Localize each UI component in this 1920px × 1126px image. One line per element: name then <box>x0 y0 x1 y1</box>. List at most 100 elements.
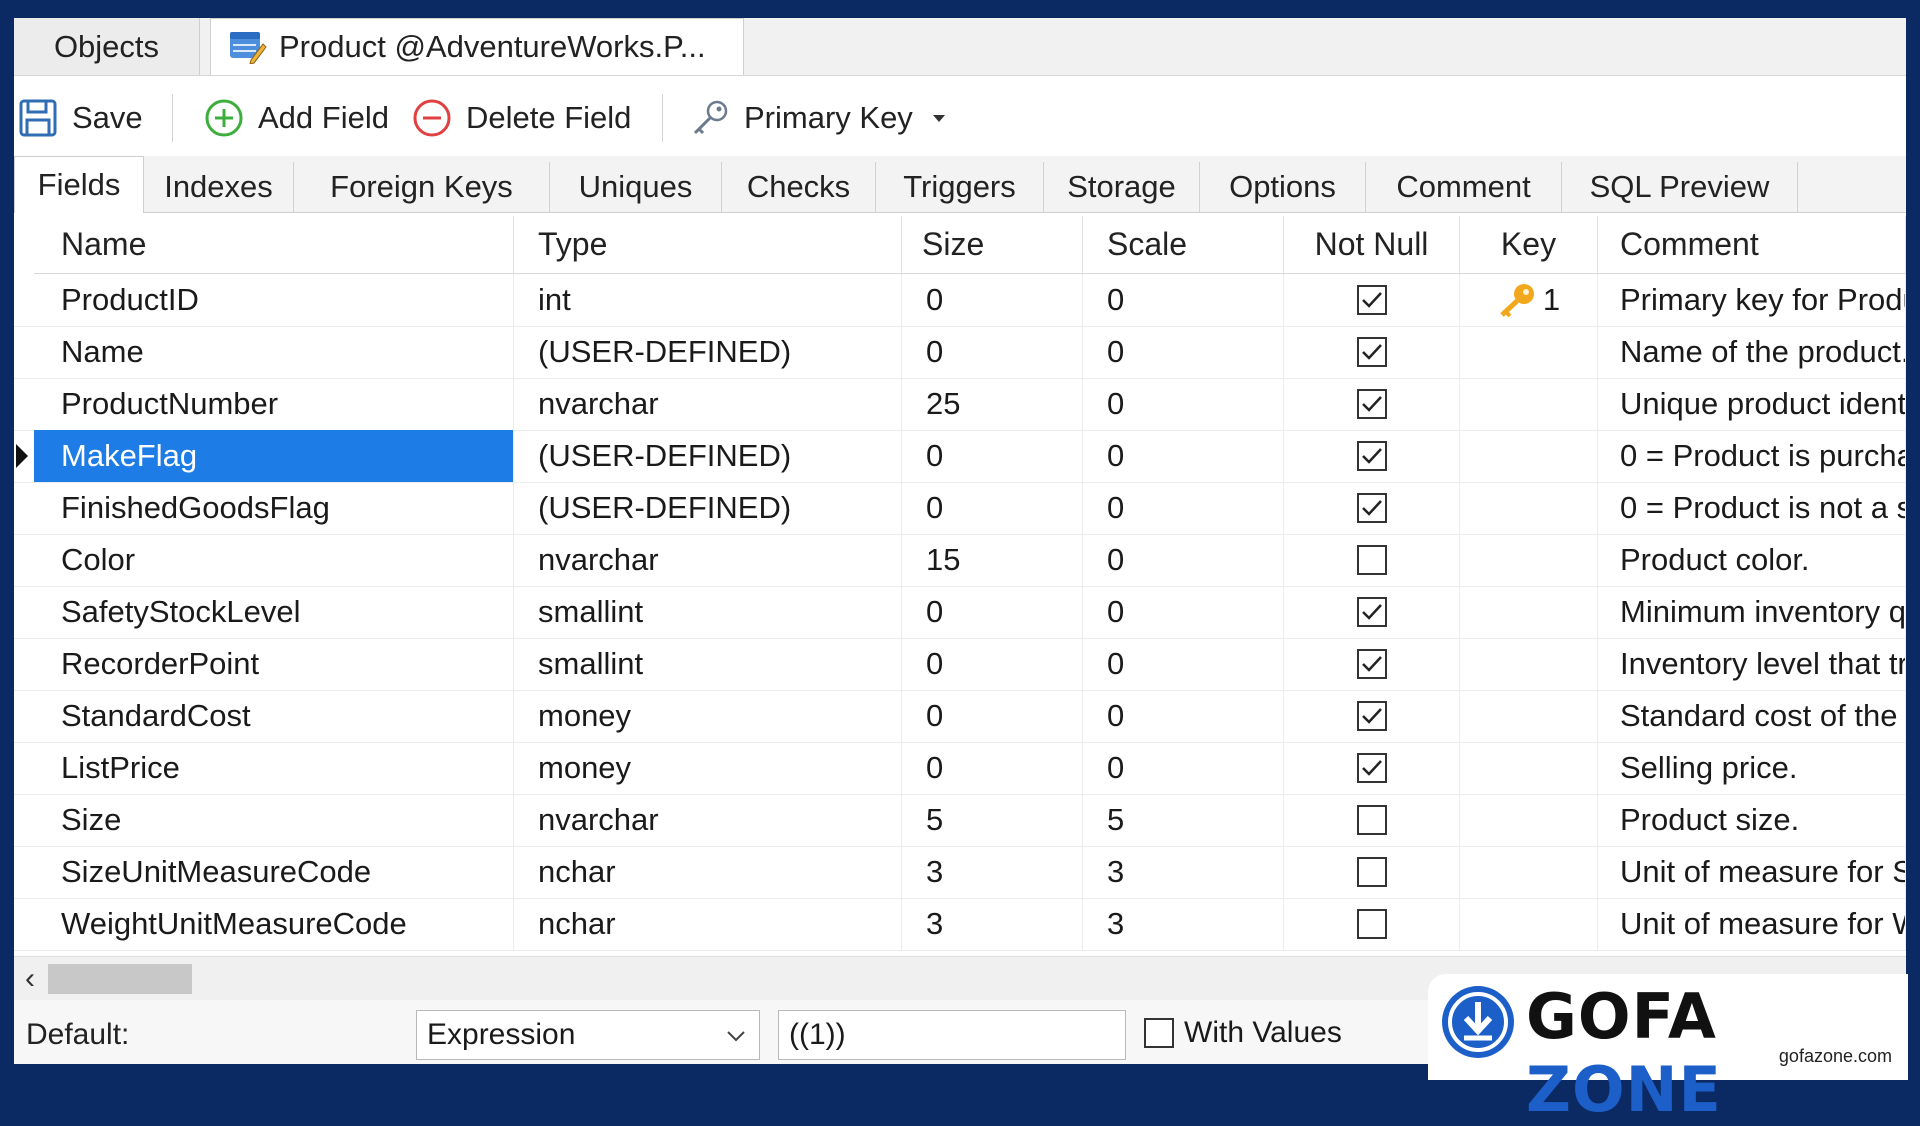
field-type-cell[interactable]: smallint <box>514 586 902 638</box>
field-size-cell[interactable]: 0 <box>902 430 1083 482</box>
field-name-cell[interactable]: FinishedGoodsFlag <box>34 482 514 534</box>
table-row[interactable]: StandardCost money 0 0 Standard cost of the … <box>14 690 1906 743</box>
field-name-cell[interactable]: StandardCost <box>34 690 514 742</box>
table-row[interactable]: WeightUnitMeasureCode nchar 3 3 Unit of meas… <box>14 898 1906 951</box>
field-scale-cell[interactable]: 3 <box>1083 898 1284 950</box>
not-null-cell[interactable] <box>1284 534 1460 586</box>
table-row[interactable]: MakeFlag (USER-DEFINED) 0 0 0 = Product is p… <box>14 430 1906 483</box>
tab-foreign-keys[interactable]: Foreign Keys <box>294 162 550 212</box>
tab-triggers[interactable]: Triggers <box>876 162 1044 212</box>
not-null-checkbox[interactable] <box>1356 441 1387 471</box>
field-size-cell[interactable]: 3 <box>902 846 1083 898</box>
table-row[interactable]: ProductNumber nvarchar 25 0 Unique product i… <box>14 378 1906 431</box>
column-header-comment[interactable]: Comment <box>1598 216 1906 274</box>
not-null-cell[interactable] <box>1284 430 1460 482</box>
tab-objects[interactable]: Objects <box>14 18 200 75</box>
field-type-cell[interactable]: nchar <box>514 846 902 898</box>
field-comment-cell[interactable]: Selling price. <box>1598 742 1906 794</box>
field-scale-cell[interactable]: 0 <box>1083 586 1284 638</box>
not-null-cell[interactable] <box>1284 794 1460 846</box>
table-row[interactable]: SizeUnitMeasureCode nchar 3 3 Unit of measur… <box>14 846 1906 899</box>
not-null-cell[interactable] <box>1284 274 1460 326</box>
field-scale-cell[interactable]: 3 <box>1083 846 1284 898</box>
tab-indexes[interactable]: Indexes <box>144 162 294 212</box>
not-null-cell[interactable] <box>1284 378 1460 430</box>
field-size-cell[interactable]: 0 <box>902 638 1083 690</box>
not-null-cell[interactable] <box>1284 586 1460 638</box>
column-header-name[interactable]: Name <box>34 216 514 274</box>
field-comment-cell[interactable]: Minimum inventory q <box>1598 586 1906 638</box>
key-cell[interactable] <box>1460 482 1598 534</box>
field-scale-cell[interactable]: 5 <box>1083 794 1284 846</box>
table-row[interactable]: FinishedGoodsFlag (USER-DEFINED) 0 0 0 = Pro… <box>14 482 1906 535</box>
tab-sql-preview[interactable]: SQL Preview <box>1562 162 1798 212</box>
key-cell[interactable]: 1 <box>1460 274 1598 326</box>
field-scale-cell[interactable]: 0 <box>1083 690 1284 742</box>
field-scale-cell[interactable]: 0 <box>1083 274 1284 326</box>
scrollbar-thumb[interactable] <box>48 964 192 994</box>
not-null-cell[interactable] <box>1284 898 1460 950</box>
not-null-cell[interactable] <box>1284 690 1460 742</box>
table-row[interactable]: Name (USER-DEFINED) 0 0 Name of the product. <box>14 326 1906 379</box>
field-size-cell[interactable]: 15 <box>902 534 1083 586</box>
field-type-cell[interactable]: int <box>514 274 902 326</box>
column-header-scale[interactable]: Scale <box>1083 216 1284 274</box>
field-comment-cell[interactable]: Product color. <box>1598 534 1906 586</box>
key-cell[interactable] <box>1460 690 1598 742</box>
not-null-checkbox[interactable] <box>1356 909 1387 939</box>
add-field-button[interactable]: Add Field <box>204 90 389 146</box>
not-null-cell[interactable] <box>1284 742 1460 794</box>
field-size-cell[interactable]: 0 <box>902 690 1083 742</box>
key-cell[interactable] <box>1460 430 1598 482</box>
field-scale-cell[interactable]: 0 <box>1083 482 1284 534</box>
tab-checks[interactable]: Checks <box>722 162 876 212</box>
key-cell[interactable] <box>1460 326 1598 378</box>
field-scale-cell[interactable]: 0 <box>1083 326 1284 378</box>
not-null-cell[interactable] <box>1284 482 1460 534</box>
key-cell[interactable] <box>1460 534 1598 586</box>
not-null-checkbox[interactable] <box>1356 337 1387 367</box>
not-null-checkbox[interactable] <box>1356 857 1387 887</box>
table-row[interactable]: Size nvarchar 5 5 Product size. <box>14 794 1906 847</box>
with-values-check-box[interactable] <box>1144 1018 1174 1048</box>
field-type-cell[interactable]: nvarchar <box>514 378 902 430</box>
field-size-cell[interactable]: 0 <box>902 586 1083 638</box>
field-size-cell[interactable]: 0 <box>902 274 1083 326</box>
field-comment-cell[interactable]: Standard cost of the p <box>1598 690 1906 742</box>
save-button[interactable]: Save <box>18 90 143 146</box>
tab-fields[interactable]: Fields <box>14 156 144 213</box>
field-size-cell[interactable]: 25 <box>902 378 1083 430</box>
table-row[interactable]: Color nvarchar 15 0 Product color. <box>14 534 1906 587</box>
field-name-cell[interactable]: MakeFlag <box>34 430 514 482</box>
field-size-cell[interactable]: 0 <box>902 742 1083 794</box>
primary-key-button[interactable]: Primary Key <box>690 90 963 146</box>
field-type-cell[interactable]: (USER-DEFINED) <box>514 482 902 534</box>
field-type-cell[interactable]: nvarchar <box>514 534 902 586</box>
tab-product-design[interactable]: Product @AdventureWorks.P... <box>210 18 744 75</box>
tab-uniques[interactable]: Uniques <box>550 162 722 212</box>
key-cell[interactable] <box>1460 794 1598 846</box>
default-value-input[interactable]: ((1)) <box>778 1010 1126 1060</box>
field-size-cell[interactable]: 3 <box>902 898 1083 950</box>
field-comment-cell[interactable]: Primary key for Produ <box>1598 274 1906 326</box>
field-comment-cell[interactable]: Unit of measure for Si <box>1598 846 1906 898</box>
field-size-cell[interactable]: 0 <box>902 326 1083 378</box>
not-null-checkbox[interactable] <box>1356 545 1387 575</box>
column-header-size[interactable]: Size <box>902 216 1083 274</box>
key-cell[interactable] <box>1460 742 1598 794</box>
field-scale-cell[interactable]: 0 <box>1083 742 1284 794</box>
field-size-cell[interactable]: 0 <box>902 482 1083 534</box>
field-name-cell[interactable]: RecorderPoint <box>34 638 514 690</box>
table-row[interactable]: ListPrice money 0 0 Selling price. <box>14 742 1906 795</box>
field-type-cell[interactable]: money <box>514 742 902 794</box>
not-null-checkbox[interactable] <box>1356 753 1387 783</box>
field-type-cell[interactable]: nchar <box>514 898 902 950</box>
table-row[interactable]: RecorderPoint smallint 0 0 Inventory level t… <box>14 638 1906 691</box>
field-name-cell[interactable]: SizeUnitMeasureCode <box>34 846 514 898</box>
field-type-cell[interactable]: smallint <box>514 638 902 690</box>
not-null-checkbox[interactable] <box>1356 493 1387 523</box>
key-cell[interactable] <box>1460 898 1598 950</box>
field-name-cell[interactable]: ListPrice <box>34 742 514 794</box>
field-comment-cell[interactable]: Inventory level that tri <box>1598 638 1906 690</box>
field-scale-cell[interactable]: 0 <box>1083 534 1284 586</box>
